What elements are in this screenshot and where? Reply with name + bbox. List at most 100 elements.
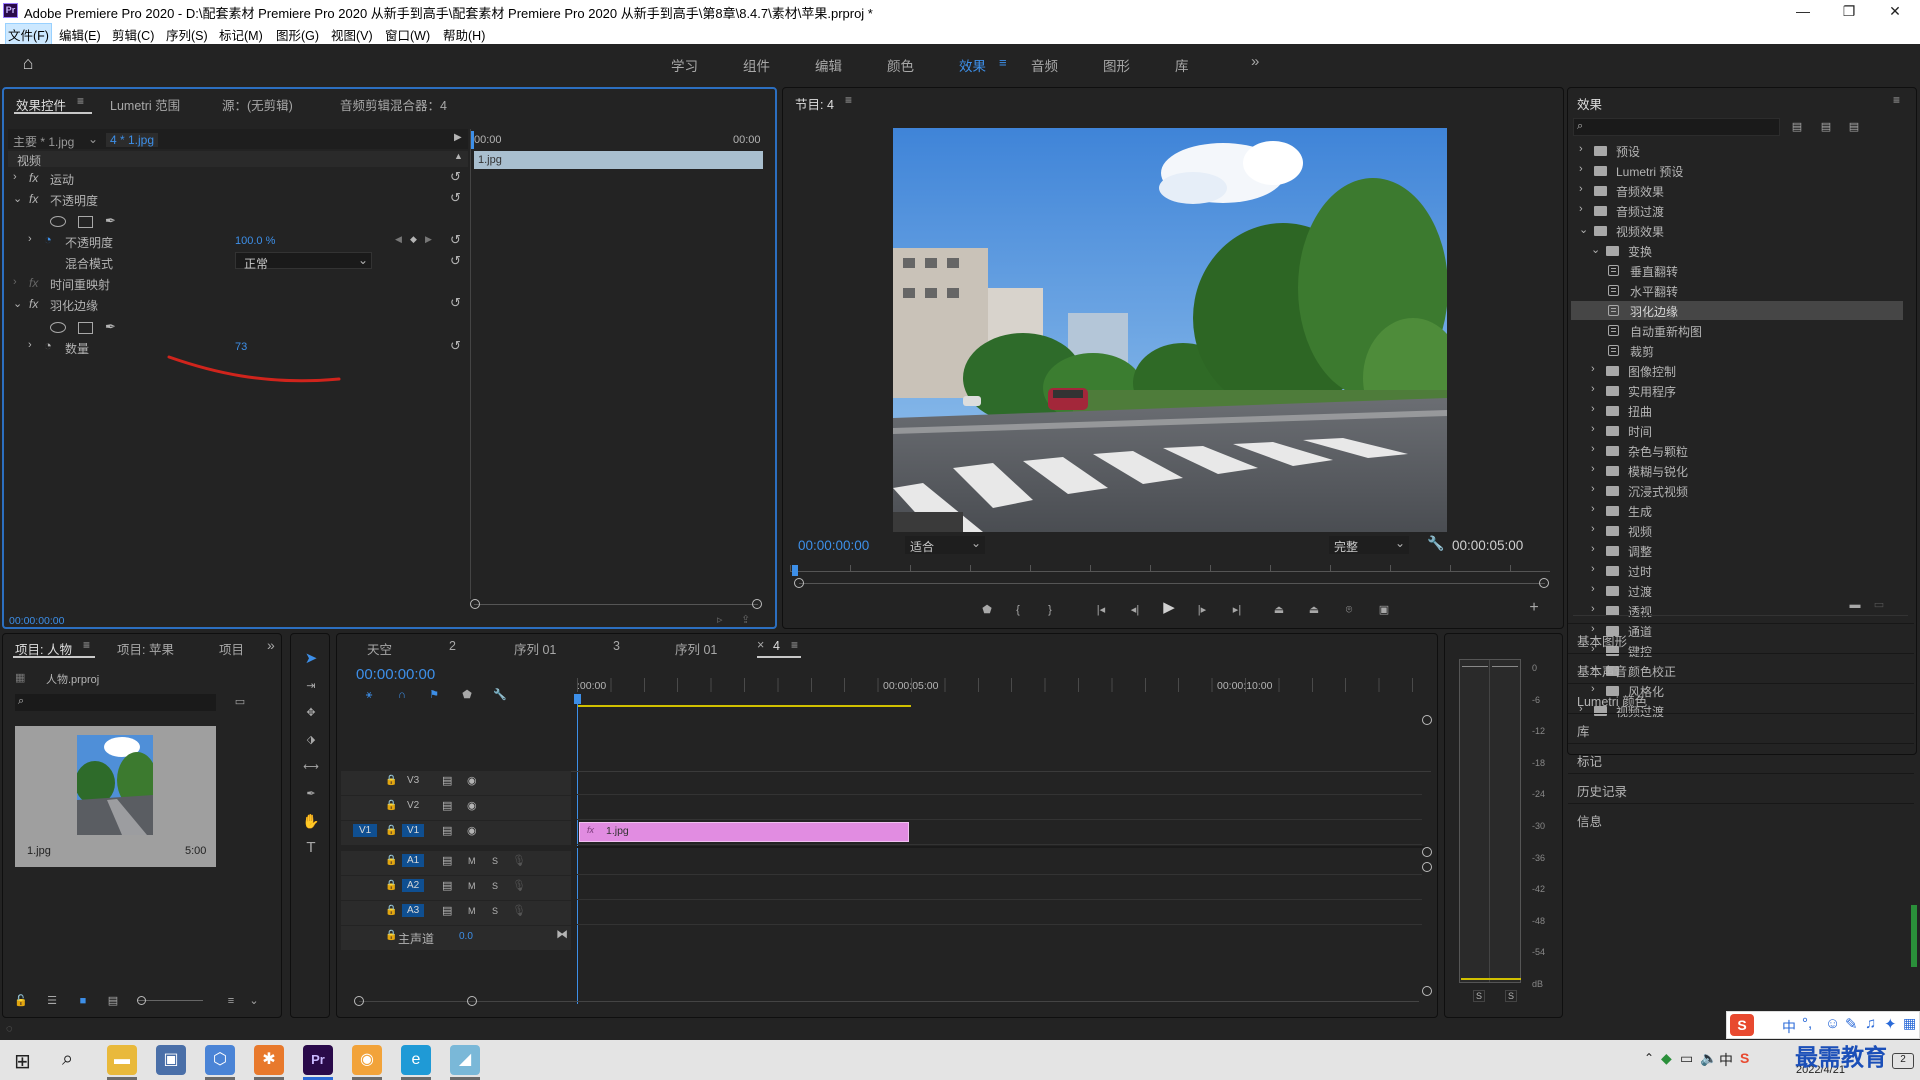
tray-expand-icon[interactable]: ⌃ xyxy=(1644,1051,1654,1065)
windows-start-icon[interactable]: ⊞ xyxy=(14,1049,31,1074)
pen-tool-icon[interactable]: ✒ xyxy=(302,787,320,801)
ellipse-mask-icon[interactable] xyxy=(50,216,66,227)
reset-icon[interactable]: ↺ xyxy=(450,232,461,248)
project-search-input[interactable]: ⌕ xyxy=(15,694,216,711)
mark-out-icon[interactable]: } xyxy=(1042,603,1058,617)
effects-tree-item[interactable]: › 调整 xyxy=(1571,541,1903,560)
playhead[interactable] xyxy=(574,694,581,704)
effect-time-remap[interactable]: 时间重映射 xyxy=(50,276,110,293)
workspace-menu-icon[interactable]: ≡ xyxy=(999,55,1007,70)
workspace-graphics[interactable]: 图形 xyxy=(1103,55,1130,75)
premiere-taskbar-icon[interactable]: Pr xyxy=(303,1045,333,1075)
video-scroll-handle[interactable] xyxy=(1422,715,1432,725)
search-icon[interactable]: ⌕ xyxy=(62,1048,73,1071)
filter-icon[interactable]: ▹ xyxy=(717,613,723,626)
file-explorer-icon[interactable]: ▬ xyxy=(107,1045,137,1075)
lock-icon[interactable]: 🔒 xyxy=(385,825,397,836)
solo-button[interactable]: S xyxy=(492,856,498,866)
prev-keyframe-icon[interactable]: ◀ xyxy=(395,234,402,245)
track-target[interactable]: V2 xyxy=(402,799,424,812)
opacity-value[interactable]: 100.0 % xyxy=(235,235,275,247)
step-back-icon[interactable]: ◂| xyxy=(1127,603,1143,617)
effects-tree-item[interactable]: 裁剪 xyxy=(1571,341,1903,360)
mute-button[interactable]: M xyxy=(468,881,476,891)
quality-dropdown[interactable]: 完整 ⌄ xyxy=(1329,536,1409,554)
app-icon[interactable]: ▣ xyxy=(156,1045,186,1075)
chevron-right-icon[interactable]: › xyxy=(1579,183,1583,195)
side-panel-tab[interactable]: 标记 xyxy=(1568,743,1914,771)
ime-indicator-icon[interactable]: 中 xyxy=(1719,1050,1733,1070)
export-icon[interactable]: ⇪ xyxy=(741,613,750,626)
yuv-effects-icon[interactable]: ▤ xyxy=(1845,120,1863,134)
razor-tool-icon[interactable]: ⬗ xyxy=(302,733,320,747)
pen-mask-icon[interactable]: ✒ xyxy=(105,213,116,229)
workspace-effects[interactable]: 效果 xyxy=(959,55,986,75)
32bit-effects-icon[interactable]: ▤ xyxy=(1817,120,1835,134)
side-panel-tab[interactable]: 历史记录 xyxy=(1568,773,1914,801)
chevron-down-icon[interactable]: ⌄ xyxy=(248,994,260,1008)
effects-search-input[interactable]: ⌕ xyxy=(1573,118,1780,136)
sync-lock-icon[interactable]: ▤ xyxy=(442,824,452,837)
panel-menu-icon[interactable]: ≡ xyxy=(83,638,90,652)
mic-icon[interactable]: ♫ xyxy=(1865,1015,1876,1032)
tab-sequence-01b[interactable]: 序列 01 xyxy=(675,639,717,658)
ec-timecode[interactable]: 00:00:00:00 xyxy=(9,615,64,627)
ime-punct-icon[interactable]: °, xyxy=(1802,1015,1812,1032)
app-icon[interactable]: ✱ xyxy=(254,1045,284,1075)
stopwatch-icon[interactable]: ◔ xyxy=(44,338,52,353)
chevron-right-icon[interactable]: › xyxy=(1591,383,1595,395)
selection-tool-icon[interactable]: ➤ xyxy=(302,651,320,666)
chevron-right-icon[interactable]: › xyxy=(1591,443,1595,455)
side-panel-tab[interactable]: Lumetri 颜色 xyxy=(1568,683,1914,711)
menu-clip[interactable]: 剪辑(C) xyxy=(112,25,154,44)
reset-icon[interactable]: ↺ xyxy=(450,338,461,354)
expand-arrow-icon[interactable]: › xyxy=(13,276,17,288)
zoom-handle-left[interactable] xyxy=(354,996,364,1006)
workspace-editing[interactable]: 编辑 xyxy=(815,55,842,75)
sync-lock-icon[interactable]: ▤ xyxy=(442,799,452,812)
track-target[interactable]: A1 xyxy=(402,854,425,867)
chevron-down-icon[interactable]: ⌄ xyxy=(1579,223,1588,236)
audio-scroll-handle[interactable] xyxy=(1422,986,1432,996)
side-panel-tab[interactable]: 基本声音 xyxy=(1568,653,1914,681)
master-clip-label[interactable]: 主要 * 1.jpg xyxy=(13,133,74,150)
video-scroll-handle[interactable] xyxy=(1422,847,1432,857)
grid-icon[interactable]: ▦ xyxy=(1903,1015,1916,1032)
close-icon[interactable]: × xyxy=(757,638,764,652)
chevron-right-icon[interactable]: › xyxy=(1591,403,1595,415)
project-item-thumbnail[interactable]: 1.jpg 5:00 xyxy=(15,726,216,867)
zoom-handle-right[interactable] xyxy=(1539,578,1549,588)
ripple-edit-tool-icon[interactable]: ✥ xyxy=(302,706,320,720)
eye-icon[interactable]: ◉ xyxy=(467,799,477,812)
side-panel-tab[interactable]: 基本图形 xyxy=(1568,623,1914,651)
lock-icon[interactable]: 🔒 xyxy=(385,855,397,866)
reset-icon[interactable]: ↺ xyxy=(450,253,461,269)
go-to-out-icon[interactable]: ▸| xyxy=(1228,603,1246,617)
nest-icon[interactable]: ⚹ xyxy=(361,688,377,702)
rectangle-mask-icon[interactable] xyxy=(78,216,93,228)
snap-icon[interactable]: ∩ xyxy=(394,688,410,702)
menu-marker[interactable]: 标记(M) xyxy=(219,25,263,44)
effects-tree-item[interactable]: 垂直翻转 xyxy=(1571,261,1903,280)
wrench-icon[interactable]: 🔧 xyxy=(1427,535,1444,552)
tab-lumetri-scopes[interactable]: Lumetri 范围 xyxy=(110,95,180,114)
menu-sequence[interactable]: 序列(S) xyxy=(166,25,208,44)
panel-menu-icon[interactable]: ≡ xyxy=(77,94,84,108)
effects-tree-item[interactable]: › 模糊与锐化 xyxy=(1571,461,1903,480)
side-panel-tab[interactable]: 信息 xyxy=(1568,803,1914,831)
tab-sequence-3[interactable]: 3 xyxy=(613,639,620,653)
sync-lock-icon[interactable]: ▤ xyxy=(442,854,452,867)
edge-icon[interactable]: e xyxy=(401,1045,431,1075)
eye-icon[interactable]: ◉ xyxy=(467,824,477,837)
sequence-clip-label[interactable]: 4 * 1.jpg xyxy=(106,133,159,147)
effects-tree-item[interactable]: › 图像控制 xyxy=(1571,361,1903,380)
chevron-right-icon[interactable]: › xyxy=(1591,523,1595,535)
workspace-learning[interactable]: 学习 xyxy=(671,55,698,75)
panel-menu-icon[interactable]: ≡ xyxy=(1893,93,1900,107)
effects-tree-item[interactable]: › 音频过渡 xyxy=(1571,201,1903,220)
timeline-clip[interactable]: fx 1.jpg xyxy=(579,822,909,842)
reset-icon[interactable]: ↺ xyxy=(450,295,461,311)
ellipse-mask-icon[interactable] xyxy=(50,322,66,333)
reset-icon[interactable]: ↺ xyxy=(450,169,461,185)
tab-sequence-sky[interactable]: 天空 xyxy=(367,639,392,658)
